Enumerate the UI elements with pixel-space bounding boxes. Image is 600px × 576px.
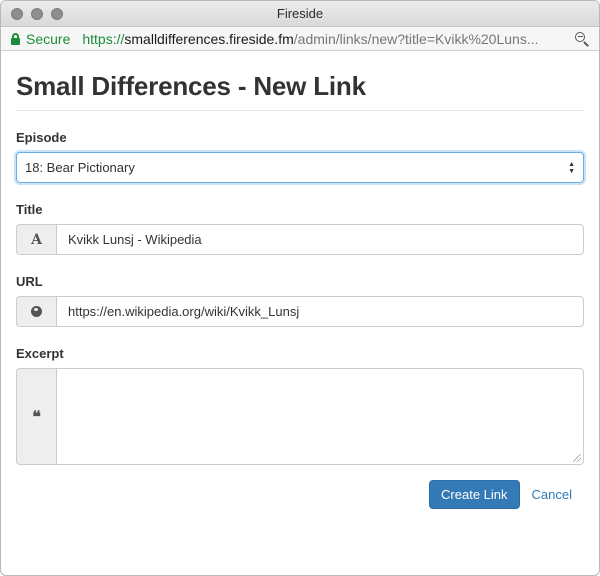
select-arrows-icon: ▲ ▼	[568, 161, 575, 175]
page-content: Small Differences - New Link Episode 18:…	[1, 71, 599, 509]
cancel-link[interactable]: Cancel	[532, 487, 572, 502]
episode-label: Episode	[16, 130, 67, 145]
excerpt-input-group: ❝	[16, 368, 584, 465]
title-input-group: A Kvikk Lunsj - Wikipedia	[16, 224, 584, 255]
zoom-out-icon[interactable]	[575, 31, 589, 47]
episode-selected-value: 18: Bear Pictionary	[25, 160, 135, 175]
title-bar: Fireside	[1, 1, 599, 27]
url-input-group: https://en.wikipedia.org/wiki/Kvikk_Luns…	[16, 296, 584, 327]
url-scheme: https://	[82, 30, 125, 47]
page-title: Small Differences - New Link	[16, 71, 584, 111]
title-label: Title	[16, 202, 43, 217]
title-input[interactable]: Kvikk Lunsj - Wikipedia	[56, 224, 584, 255]
episode-select[interactable]: 18: Bear Pictionary ▲ ▼	[16, 152, 584, 183]
excerpt-label: Excerpt	[16, 346, 64, 361]
quote-icon: ❝	[16, 368, 56, 465]
form-actions: Create Link Cancel	[16, 480, 584, 509]
font-icon: A	[16, 224, 56, 255]
window-title: Fireside	[276, 6, 324, 21]
lock-icon	[11, 32, 20, 45]
url-host: smalldifferences.fireside.fm	[124, 30, 294, 47]
excerpt-textarea[interactable]	[56, 368, 584, 465]
browser-window: Fireside Secure https://smalldifferences…	[0, 0, 600, 576]
resize-handle[interactable]	[573, 454, 581, 462]
address-bar[interactable]: Secure https://smalldifferences.fireside…	[1, 27, 599, 51]
secure-label: Secure	[26, 30, 71, 47]
globe-icon	[16, 296, 56, 327]
url-path: /admin/links/new?title=Kvikk%20Luns...	[293, 30, 539, 47]
create-link-button[interactable]: Create Link	[429, 480, 520, 509]
url-label: URL	[16, 274, 43, 289]
url-input[interactable]: https://en.wikipedia.org/wiki/Kvikk_Luns…	[56, 296, 584, 327]
